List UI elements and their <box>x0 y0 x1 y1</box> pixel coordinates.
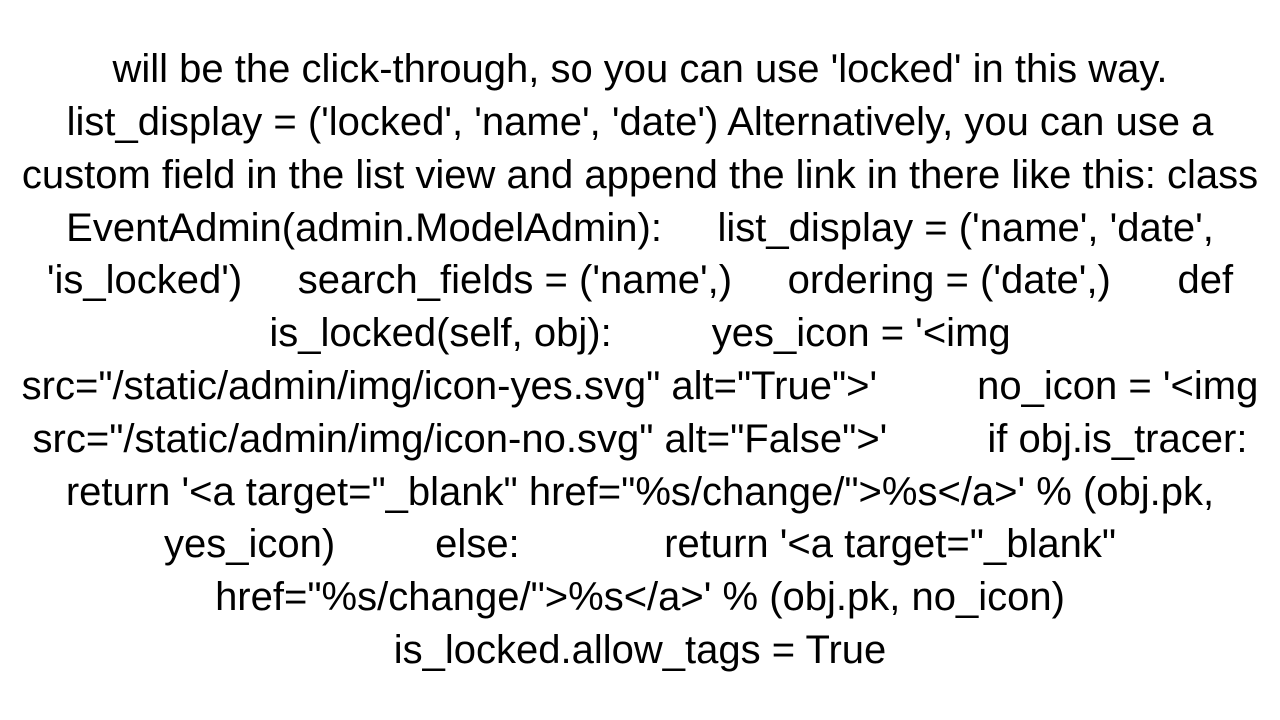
document-body-text: will be the click-through, so you can us… <box>20 43 1260 677</box>
